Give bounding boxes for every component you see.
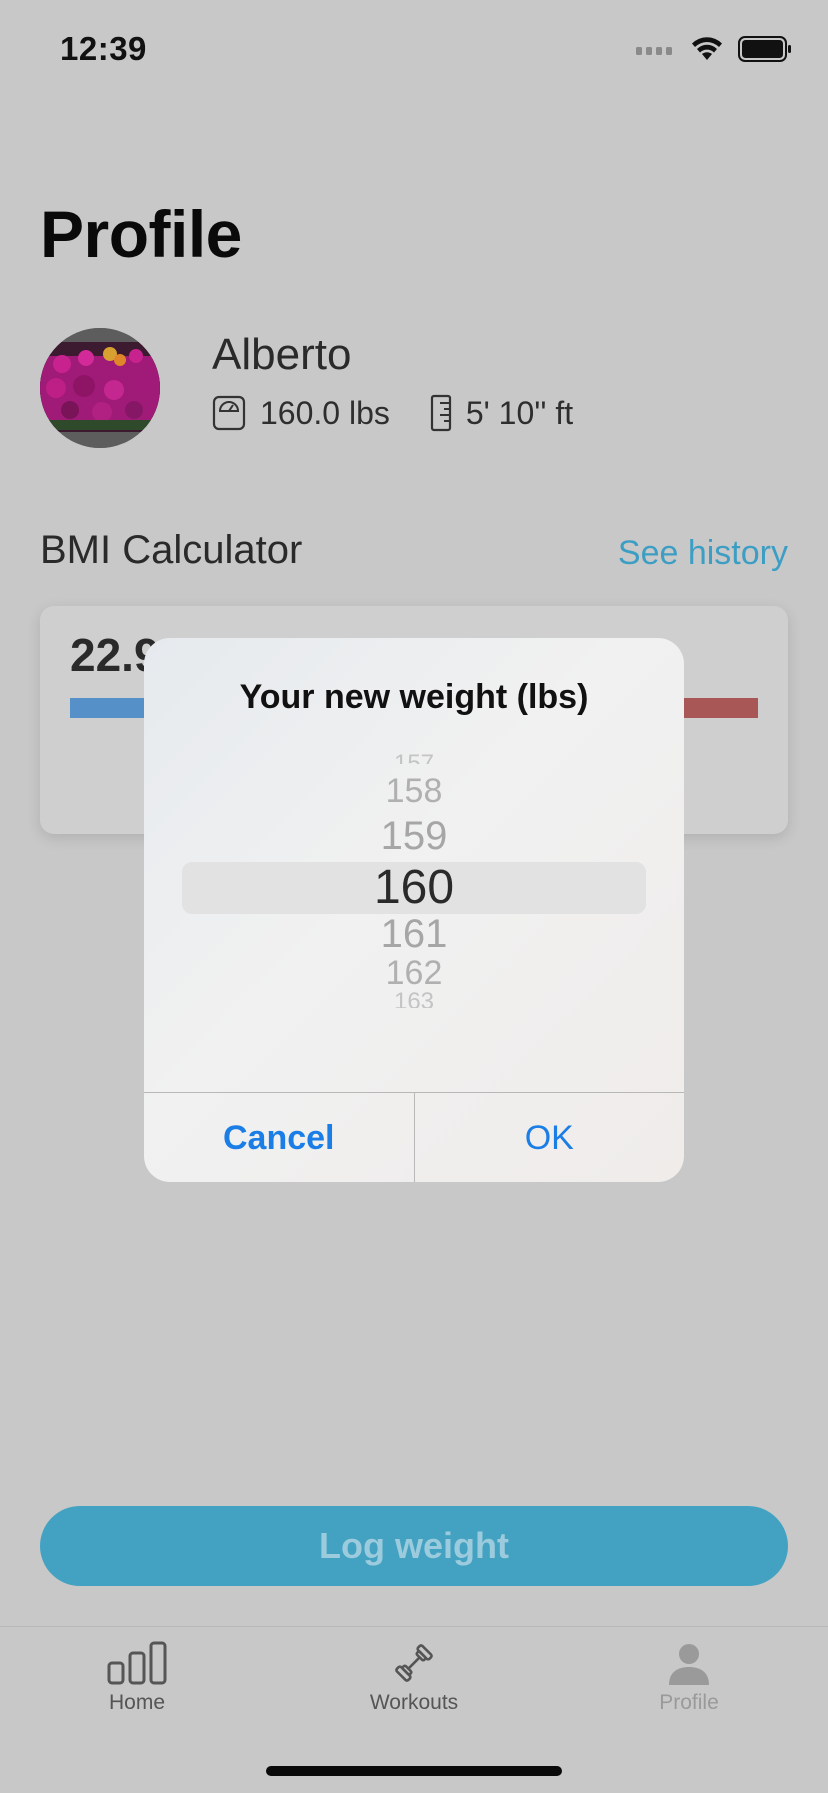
picker-item[interactable]: 158 <box>144 772 684 811</box>
picker-item[interactable]: 159 <box>144 814 684 859</box>
picker-item[interactable]: 163 <box>144 992 684 1008</box>
weight-picker-dialog: Your new weight (lbs) 157 158 159 160 16… <box>144 638 684 1182</box>
tab-home[interactable]: Home <box>37 1641 237 1715</box>
home-indicator <box>266 1766 562 1776</box>
avatar[interactable] <box>40 328 160 448</box>
see-history-link[interactable]: See history <box>618 534 788 573</box>
cancel-button[interactable]: Cancel <box>144 1093 414 1182</box>
dialog-actions: Cancel OK <box>144 1092 684 1182</box>
height-stat: 5' 10'' ft <box>430 394 573 432</box>
picker-item[interactable]: 162 <box>144 954 684 993</box>
weight-value: 160.0 lbs <box>260 394 390 431</box>
page-title: Profile <box>40 197 242 271</box>
log-weight-button[interactable]: Log weight <box>40 1506 788 1586</box>
height-value: 5' 10'' ft <box>465 394 574 431</box>
ok-button[interactable]: OK <box>413 1093 685 1182</box>
tab-label: Home <box>108 1691 166 1714</box>
status-time: 12:39 <box>60 30 147 67</box>
battery-icon <box>738 36 791 62</box>
tab-label: Profile <box>659 1691 719 1714</box>
ruler-icon <box>430 394 451 432</box>
user-name: Alberto <box>212 330 352 379</box>
cellular-signal-icon <box>636 47 672 55</box>
tab-workouts[interactable]: Workouts <box>314 1641 514 1715</box>
picker-item[interactable]: 157 <box>144 748 684 764</box>
weight-picker[interactable]: 157 158 159 160 161 162 163 <box>144 750 684 1020</box>
tab-profile[interactable]: Profile <box>589 1641 789 1715</box>
picker-item[interactable]: 161 <box>144 912 684 957</box>
picker-selected-item[interactable]: 160 <box>144 860 684 915</box>
dialog-title: Your new weight (lbs) <box>239 678 589 716</box>
status-bar: 12:39 <box>0 0 828 100</box>
bmi-section-title: BMI Calculator <box>40 528 303 572</box>
status-icons <box>636 36 792 62</box>
avatar-photo <box>40 328 160 448</box>
person-icon <box>669 1644 709 1685</box>
weight-stat: 160.0 lbs <box>212 395 390 432</box>
wifi-icon <box>692 37 722 60</box>
profile-stats: 160.0 lbs 5' 10'' ft <box>212 394 613 432</box>
dumbbell-icon <box>395 1644 433 1682</box>
tab-label: Workouts <box>369 1691 459 1714</box>
scale-icon <box>212 395 246 431</box>
bar-chart-icon <box>107 1641 167 1685</box>
